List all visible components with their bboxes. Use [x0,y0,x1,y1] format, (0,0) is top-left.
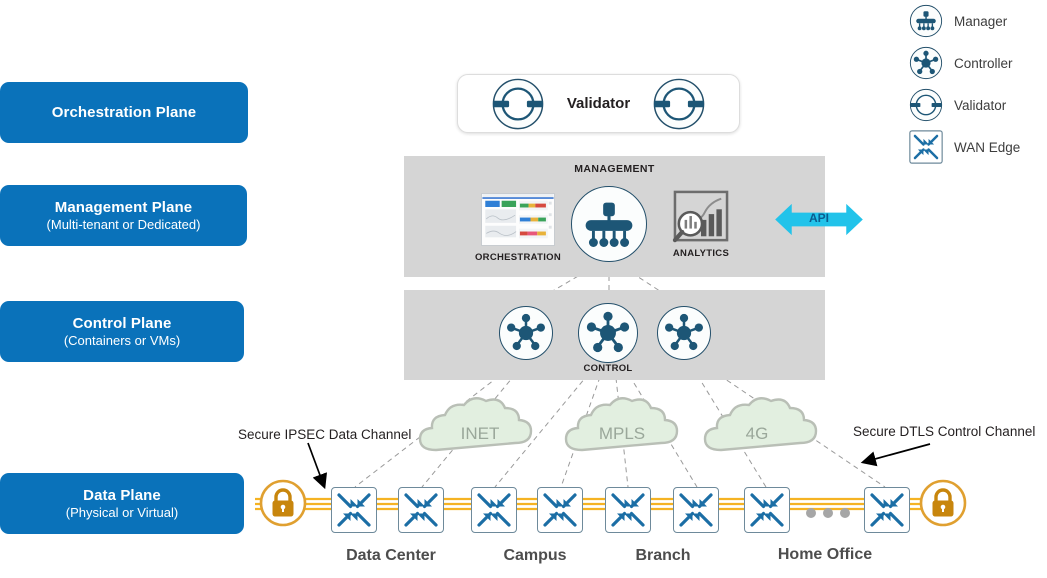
legend-item-wan-edge[interactable]: WAN Edge [909,126,1047,168]
management-band-title: MANAGEMENT [574,163,655,175]
ellipsis-dot [806,508,816,518]
legend-item-manager[interactable]: Manager [909,0,1047,42]
orchestration-dashboard-thumbnail[interactable] [481,193,555,246]
wan-edge-node[interactable] [673,487,719,533]
controller-node-1[interactable] [499,306,553,360]
plane-title: Data Plane [83,486,161,504]
cloud-label-mpls: MPLS [598,424,646,443]
legend-item-controller[interactable]: Controller [909,42,1047,84]
orchestration-label: ORCHESTRATION [474,252,562,263]
wan-edge-icon [750,493,784,527]
wan-edge-node[interactable] [398,487,444,533]
cloud-label-inet: INET [460,424,500,443]
annotation-ipsec-arrow [307,442,328,490]
wan-edge-icon [611,493,645,527]
legend-item-validator[interactable]: Validator [909,84,1047,126]
wan-edge-icon [543,493,577,527]
legend-label: WAN Edge [954,139,1021,155]
legend: Manager Controller Validator WAN Edge [909,0,1047,168]
controller-node-2[interactable] [578,303,638,363]
site-label-data-center: Data Center [346,547,436,564]
wan-edge-node[interactable] [744,487,790,533]
annotation-dtls-arrow [860,443,931,467]
legend-label: Manager [954,13,1008,29]
controller-icon [507,313,545,351]
controller-icon [586,311,630,353]
analytics-icon[interactable] [672,190,730,244]
ellipsis-dot [840,508,850,518]
wan-edge-icon [404,493,438,527]
wan-edge-node[interactable] [864,487,910,533]
plane-subtitle: (Multi-tenant or Dedicated) [46,216,201,232]
wan-edge-node[interactable] [471,487,517,533]
wan-edge-icon [909,130,943,164]
cloud-label-4g: 4G [745,424,769,443]
controller-icon [665,313,703,351]
plane-orchestration[interactable]: Orchestration Plane [0,82,248,143]
annotation-dtls: Secure DTLS Control Channel [853,424,1036,439]
site-label-home-office: Home Office [777,546,873,563]
ellipsis-dot [823,508,833,518]
wan-edge-icon [870,493,904,527]
controller-icon [909,46,943,80]
site-label-campus: Campus [503,547,567,564]
plane-subtitle: (Containers or VMs) [63,332,181,348]
validator-icon [652,77,706,131]
api-label: API [808,211,829,225]
plane-title: Management Plane [54,198,193,216]
validator-label: Validator [566,95,631,112]
manager-icon [585,202,633,247]
plane-title: Control Plane [72,314,172,332]
control-band-title: CONTROL [583,363,633,374]
manager-node[interactable] [571,186,647,262]
wan-edge-icon [477,493,511,527]
validator-icon [491,77,545,131]
validator-icon [909,88,943,122]
lock-icon [919,479,967,527]
manager-icon [909,4,943,38]
wan-edge-node[interactable] [537,487,583,533]
site-label-branch: Branch [635,547,691,564]
controller-node-3[interactable] [657,306,711,360]
analytics-label: ANALYTICS [672,248,730,259]
legend-label: Validator [954,97,1007,113]
wan-edge-node[interactable] [605,487,651,533]
legend-label: Controller [954,55,1013,71]
plane-data[interactable]: Data Plane (Physical or Virtual) [0,473,244,534]
plane-management[interactable]: Management Plane (Multi-tenant or Dedica… [0,185,247,246]
wan-edge-icon [679,493,713,527]
plane-control[interactable]: Control Plane (Containers or VMs) [0,301,244,362]
plane-title: Orchestration Plane [51,103,197,121]
validator-panel[interactable]: Validator [457,74,740,133]
plane-subtitle: (Physical or Virtual) [65,504,179,520]
more-edges-ellipsis [806,508,850,518]
